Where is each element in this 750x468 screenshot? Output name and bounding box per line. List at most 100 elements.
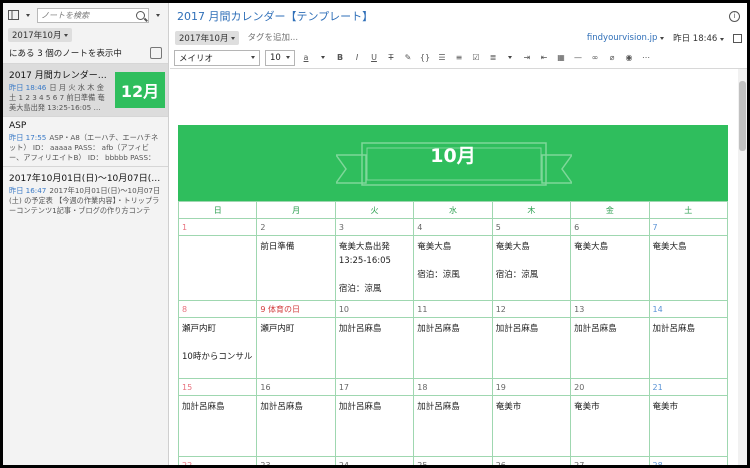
date-cell[interactable]: 26 <box>491 456 572 465</box>
chevron-down-icon <box>286 56 290 59</box>
date-cell[interactable]: 4 <box>413 218 493 236</box>
outdent-icon[interactable]: ⇤ <box>538 51 550 65</box>
date-cell[interactable]: 14 <box>648 300 729 318</box>
date-cell[interactable]: 2 <box>256 218 336 236</box>
note-title-heading[interactable]: 2017 月間カレンダー【テンプレート】 <box>177 8 373 24</box>
date-cell[interactable]: 22 <box>177 456 258 465</box>
date-cell[interactable]: 3 <box>334 218 415 236</box>
event-cell[interactable]: 瀬戸内町 <box>256 317 336 379</box>
highlight-icon[interactable]: ✎ <box>402 51 414 65</box>
italic-icon[interactable]: I <box>351 51 363 65</box>
date-cell[interactable]: 12 <box>491 300 572 318</box>
event-cell[interactable]: 加計呂麻島 <box>491 317 572 379</box>
date-cell[interactable]: 8 <box>177 300 258 318</box>
event-cell[interactable]: 奄美大島出発 13:25-16:05 宿泊：涼風 <box>334 235 415 301</box>
event-cell[interactable]: 前日準備 <box>256 235 336 301</box>
numbered-list-icon[interactable]: ≡ <box>453 51 465 65</box>
chevron-down-icon[interactable] <box>317 51 329 65</box>
chevron-down-icon <box>231 36 236 40</box>
calendar: 10月 日 月 火 水 木 金 土 1 2 3 4 5 6 7 前日準備 奄美大… <box>177 125 729 465</box>
align-icon[interactable]: ≣ <box>487 51 499 65</box>
chevron-down-icon <box>64 33 69 37</box>
date-cell[interactable]: 21 <box>648 378 729 396</box>
scrollbar-thumb[interactable] <box>739 81 746 151</box>
event-cell[interactable]: 奄美市 <box>491 395 572 457</box>
bold-icon[interactable]: B <box>334 51 346 65</box>
date-cell[interactable]: 28 <box>648 456 729 465</box>
code-icon[interactable]: {} <box>419 51 431 65</box>
font-color-icon[interactable]: a <box>300 51 312 65</box>
search-input[interactable] <box>41 10 136 20</box>
date-cell[interactable]: 24 <box>334 456 415 465</box>
record-icon[interactable]: ◉ <box>623 51 635 65</box>
date-cell[interactable]: 1 <box>177 218 258 236</box>
date-cell[interactable]: 7 <box>648 218 729 236</box>
more-icon[interactable]: ⋯ <box>640 51 652 65</box>
link-icon[interactable]: ∞ <box>589 51 601 65</box>
search-options-icon[interactable] <box>152 9 164 21</box>
event-cell[interactable]: 奄美大島 宿泊：涼風 <box>413 235 493 301</box>
updated-time[interactable]: 昨日 18:46 <box>673 32 724 44</box>
event-cell[interactable]: 奄美市 <box>648 395 729 457</box>
date-cell[interactable]: 18 <box>413 378 493 396</box>
date-cell[interactable]: 15 <box>177 378 258 396</box>
event-cell[interactable]: 奄美大島 <box>648 235 729 301</box>
date-cell[interactable]: 6 <box>570 218 650 236</box>
event-cell[interactable]: 奄美大島 <box>570 235 650 301</box>
chevron-down-icon[interactable] <box>504 51 516 65</box>
notebook-filter-pill[interactable]: 2017年10月 <box>8 28 73 42</box>
chevron-down-icon[interactable] <box>22 9 34 21</box>
source-link[interactable]: findyourvision.jp <box>587 33 665 43</box>
date-cell[interactable]: 11 <box>413 300 493 318</box>
date-cell[interactable]: 5 <box>491 218 572 236</box>
event-cell[interactable]: 加計呂麻島 <box>413 395 493 457</box>
event-cell[interactable]: 瀬戸内町 10時からコンサル <box>177 317 258 379</box>
date-cell[interactable]: 17 <box>334 378 415 396</box>
font-family-select[interactable]: メイリオ <box>174 49 260 66</box>
date-cell[interactable]: 19 <box>491 378 572 396</box>
underline-icon[interactable]: U <box>368 51 380 65</box>
date-cell[interactable]: 23 <box>256 456 336 465</box>
note-date: 昨日 17:55 <box>9 133 47 142</box>
event-cell[interactable]: 加計呂麻島 <box>177 395 258 457</box>
table-icon[interactable]: ▦ <box>555 51 567 65</box>
event-cell[interactable]: 加計呂麻島 <box>413 317 493 379</box>
note-content[interactable]: 10月 日 月 火 水 木 金 土 1 2 3 4 5 6 7 前日準備 奄美大… <box>170 69 747 465</box>
checkbox-icon[interactable]: ☑ <box>470 51 482 65</box>
info-icon[interactable]: i <box>729 10 740 22</box>
fullscreen-icon[interactable] <box>733 33 742 43</box>
note-list-item[interactable]: 2017年10月01日(日)〜10月07日(土… 昨日 16:47 2017年10… <box>3 166 168 216</box>
clear-filter-icon[interactable] <box>150 47 162 59</box>
font-size-select[interactable]: 10 <box>265 49 295 66</box>
date-cell[interactable]: 10 <box>334 300 415 318</box>
event-cell[interactable]: 加計呂麻島 <box>256 395 336 457</box>
date-cell[interactable]: 25 <box>413 456 493 465</box>
date-cell[interactable]: 13 <box>570 300 650 318</box>
event-cell[interactable]: 加計呂麻島 <box>648 317 729 379</box>
notebook-selector[interactable]: 2017年10月 <box>175 31 240 45</box>
event-cell[interactable] <box>177 235 258 301</box>
date-cell[interactable]: 20 <box>570 378 650 396</box>
search-icon[interactable] <box>136 10 145 20</box>
event-cell[interactable]: 奄美市 <box>570 395 650 457</box>
event-row: 前日準備 奄美大島出発 13:25-16:05 宿泊：涼風 奄美大島 宿泊：涼風… <box>177 235 729 301</box>
horizontal-rule-icon[interactable]: — <box>572 51 584 65</box>
event-cell[interactable]: 加計呂麻島 <box>334 317 415 379</box>
event-cell[interactable]: 加計呂麻島 <box>570 317 650 379</box>
note-list-item[interactable]: ASP 昨日 17:55 ASP・A8（エーハチ、エーハチネット） ID： aaa… <box>3 116 168 166</box>
vertical-scrollbar[interactable] <box>738 69 747 465</box>
indent-icon[interactable]: ⇥ <box>521 51 533 65</box>
event-cell[interactable]: 加計呂麻島 <box>334 395 415 457</box>
date-cell[interactable]: 27 <box>570 456 650 465</box>
date-cell[interactable]: 16 <box>256 378 336 396</box>
format-toolbar: メイリオ 10 a B I U T ✎ {} ☰ ≡ ☑ ≣ ⇥ ⇤ ▦ — ∞… <box>170 47 747 69</box>
attach-icon[interactable]: ⌀ <box>606 51 618 65</box>
note-list-item[interactable]: 2017 月間カレンダー【テン… 昨日 18:46日 月 火 水 木 金 土 1… <box>3 63 168 116</box>
bullet-list-icon[interactable]: ☰ <box>436 51 448 65</box>
strikethrough-icon[interactable]: T <box>385 51 397 65</box>
date-cell[interactable]: 9 体育の日 <box>256 300 336 318</box>
sidebar-toggle-icon[interactable] <box>7 9 19 21</box>
event-cell[interactable]: 奄美大島 宿泊：涼風 <box>491 235 572 301</box>
tag-input[interactable] <box>247 33 368 43</box>
search-box[interactable] <box>37 7 149 23</box>
